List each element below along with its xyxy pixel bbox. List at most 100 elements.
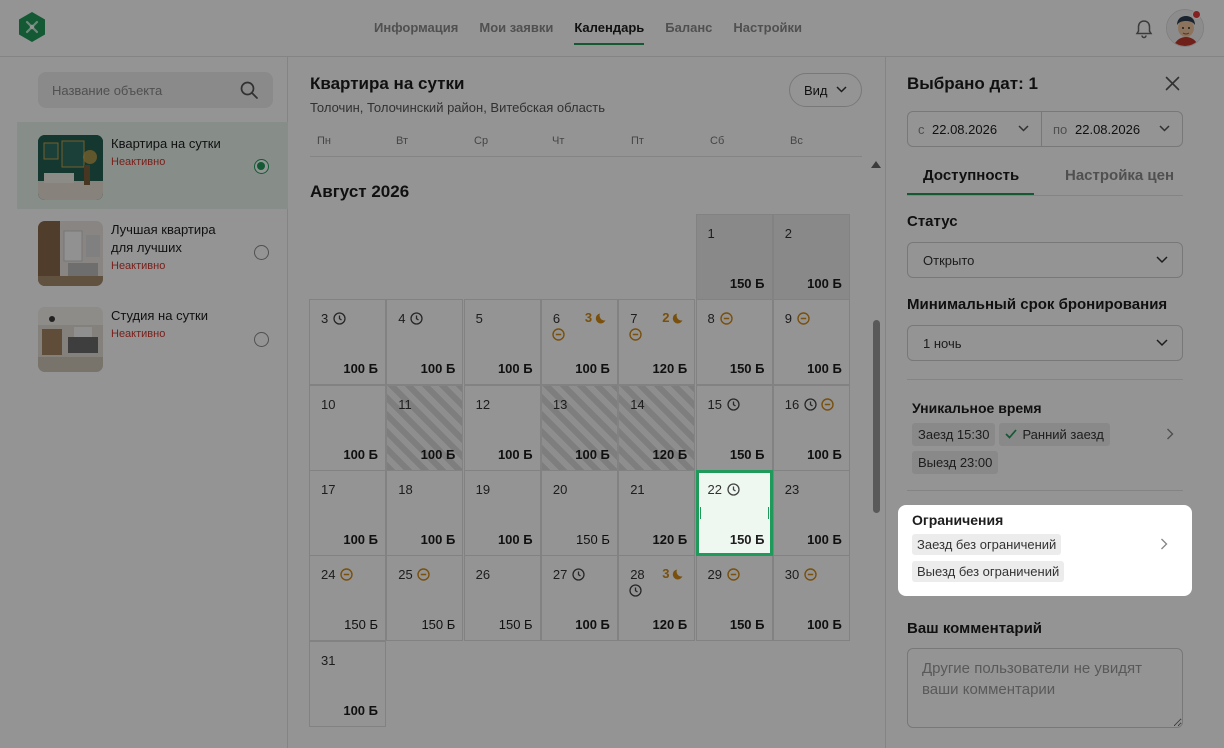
calendar-day-28[interactable]: 28 3 120 Б <box>618 555 696 642</box>
object-address: Толочин, Толочинский район, Витебская об… <box>310 100 606 115</box>
property-radio[interactable] <box>254 245 269 260</box>
calendar-day-11[interactable]: 11 100 Б <box>386 384 464 471</box>
calendar-day-18[interactable]: 18 100 Б <box>386 469 464 556</box>
status-label: Статус <box>907 213 958 230</box>
min-nights-count: 3 <box>584 310 593 326</box>
view-button[interactable]: Вид <box>789 73 862 107</box>
min-stay-select[interactable]: 1 ночь <box>907 325 1183 361</box>
search-input[interactable] <box>52 72 232 108</box>
day-price: 100 Б <box>420 361 456 377</box>
day-number: 12 <box>475 396 491 412</box>
property-item-3[interactable]: Студия на сутки Неактивно <box>17 294 288 381</box>
selection-handle[interactable] <box>697 506 701 519</box>
calendar-day-15[interactable]: 15 150 Б <box>695 384 773 471</box>
day-number: 3 <box>321 311 329 327</box>
property-radio[interactable] <box>254 332 269 347</box>
early-checkin-chip: Ранний заезд <box>999 423 1110 446</box>
day-price: 100 Б <box>807 531 842 547</box>
day-number: 21 <box>630 481 645 497</box>
property-status: Неактивно <box>111 328 166 340</box>
calendar-day-12[interactable]: 12 100 Б <box>463 384 541 471</box>
nav-my-requests[interactable]: Мои заявки <box>479 0 553 45</box>
day-price: 120 Б <box>652 617 688 633</box>
calendar-day-13[interactable]: 13 100 Б <box>540 384 618 471</box>
nav-calendar[interactable]: Календарь <box>574 0 645 45</box>
calendar-day-23[interactable]: 23 100 Б <box>772 469 850 556</box>
calendar-day-7[interactable]: 7 2 120 Б <box>618 299 696 386</box>
min-nights-count: 3 <box>662 566 670 582</box>
calendar-day-24[interactable]: 24 150 Б <box>309 555 386 642</box>
calendar-day-1[interactable]: 1 150 Б <box>695 214 773 300</box>
calendar-day-17[interactable]: 17 100 Б <box>309 469 386 556</box>
date-from-field[interactable]: с 22.08.2026 <box>908 112 1042 146</box>
date-from-value: 22.08.2026 <box>932 122 998 137</box>
top-bar: Информация Мои заявки Календарь Баланс Н… <box>0 0 1224 57</box>
calendar-day-29[interactable]: 29 150 Б <box>695 555 773 642</box>
calendar-day-21[interactable]: 21 120 Б <box>618 469 696 556</box>
calendar-day-26[interactable]: 26 150 Б <box>463 555 541 642</box>
calendar-day-5[interactable]: 5 100 Б <box>463 299 541 386</box>
calendar-day-3[interactable]: 3 100 Б <box>309 299 386 386</box>
clock-icon <box>804 397 817 411</box>
nav-balance[interactable]: Баланс <box>665 0 712 45</box>
status-value: Открыто <box>923 253 975 268</box>
day-price: 100 Б <box>420 531 456 547</box>
nav-settings[interactable]: Настройки <box>733 0 802 45</box>
property-item-1[interactable]: Квартира на сутки Неактивно <box>17 122 288 209</box>
calendar-day-9[interactable]: 9 100 Б <box>772 299 850 386</box>
day-number: 18 <box>398 481 413 497</box>
day-number: 7 <box>630 311 638 327</box>
calendar-day-16[interactable]: 16 100 Б <box>772 384 850 471</box>
property-status: Неактивно <box>111 156 166 168</box>
property-item-2[interactable]: Лучшая квартира для лучших Неактивно <box>17 208 288 295</box>
clock-icon <box>333 312 346 325</box>
nav-info[interactable]: Информация <box>374 0 458 45</box>
bell-icon[interactable] <box>1133 18 1155 40</box>
day-number: 31 <box>321 652 336 668</box>
search-icon[interactable] <box>239 80 259 100</box>
calendar-day-6[interactable]: 6 3 100 Б <box>540 299 618 386</box>
day-price: 100 Б <box>343 446 378 462</box>
weekday-fri: Пт <box>631 135 644 147</box>
calendar-day-30[interactable]: 30 100 Б <box>772 555 850 642</box>
calendar-day-31[interactable]: 31 100 Б <box>309 640 386 727</box>
restriction-icon <box>417 568 430 581</box>
logo-icon[interactable] <box>16 11 48 43</box>
day-price: 100 Б <box>343 361 378 377</box>
close-icon[interactable] <box>1165 76 1180 91</box>
tab-availability[interactable]: Доступность <box>923 167 1019 184</box>
unique-time-section[interactable]: Уникальное время Заезд 15:30 Ранний заезд… <box>912 400 1182 479</box>
calendar-day-25[interactable]: 25 150 Б <box>386 555 464 642</box>
chevron-down-icon <box>1156 339 1168 347</box>
day-price: 150 Б <box>576 531 610 547</box>
calendar-day-14[interactable]: 14 120 Б <box>618 384 696 471</box>
restrictions-section[interactable]: Ограничения Заезд без ограничений Выезд … <box>898 505 1192 596</box>
calendar-day-27[interactable]: 27 100 Б <box>540 555 618 642</box>
selection-handle[interactable] <box>767 506 771 519</box>
day-price: 100 Б <box>807 617 842 633</box>
tab-price-settings[interactable]: Настройка цен <box>1065 167 1174 184</box>
comment-textarea[interactable] <box>907 648 1183 728</box>
early-checkin-label: Ранний заезд <box>1022 427 1104 442</box>
scrollbar[interactable] <box>873 320 880 513</box>
weekday-sat: Сб <box>710 135 725 147</box>
calendar-day-4[interactable]: 4 100 Б <box>386 299 464 386</box>
property-radio[interactable] <box>254 159 269 174</box>
day-number: 14 <box>630 396 645 412</box>
weekday-wed: Ср <box>474 135 489 147</box>
date-to-field[interactable]: по 22.08.2026 <box>1043 112 1183 146</box>
scroll-up-arrow[interactable] <box>871 161 881 168</box>
property-name: Студия на сутки <box>111 308 208 323</box>
calendar-day-22[interactable]: 22 150 Б <box>695 469 773 556</box>
day-number: 24 <box>321 567 336 583</box>
calendar-day-19[interactable]: 19 100 Б <box>463 469 541 556</box>
restriction-icon <box>340 568 353 581</box>
calendar-day-10[interactable]: 10 100 Б <box>309 384 386 471</box>
section-divider <box>907 379 1183 380</box>
calendar-day-8[interactable]: 8 150 Б <box>695 299 773 386</box>
chevron-down-icon <box>836 86 847 93</box>
property-photo <box>38 135 103 200</box>
calendar-day-2[interactable]: 2 100 Б <box>772 214 850 300</box>
status-select[interactable]: Открыто <box>907 242 1183 278</box>
calendar-day-20[interactable]: 20 150 Б <box>540 469 618 556</box>
